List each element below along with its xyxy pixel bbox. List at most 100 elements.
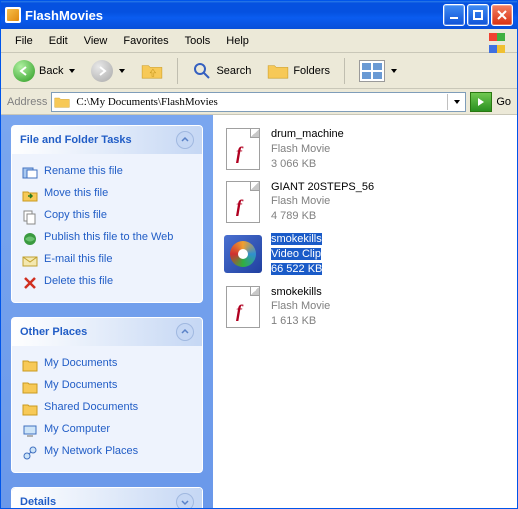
details-panel-header[interactable]: Details (12, 488, 202, 508)
folder-icon (22, 379, 38, 395)
close-button[interactable] (491, 4, 513, 26)
content-area: File and Folder Tasks Rename this file Mo… (1, 115, 517, 508)
place-item[interactable]: My Documents (22, 376, 192, 398)
chevron-down-icon (69, 69, 75, 73)
file-item[interactable]: smokekillsVideo Clip66 522 KB (217, 228, 513, 281)
file-name: smokekills (271, 286, 322, 298)
views-button[interactable] (353, 57, 403, 85)
address-dropdown-button[interactable] (447, 94, 463, 110)
menu-view[interactable]: View (76, 33, 116, 49)
task-label: Rename this file (44, 165, 123, 177)
folder-icon (54, 95, 70, 109)
folders-button[interactable]: Folders (261, 59, 336, 83)
task-item[interactable]: Publish this file to the Web (22, 228, 192, 250)
separator (177, 58, 178, 84)
tasks-panel-header[interactable]: File and Folder Tasks (12, 126, 202, 154)
menu-file[interactable]: File (7, 33, 41, 49)
tasks-panel: File and Folder Tasks Rename this file Mo… (11, 125, 203, 303)
publish-icon (22, 231, 38, 247)
folder-icon (22, 401, 38, 417)
places-panel-title: Other Places (20, 326, 87, 338)
back-label: Back (39, 65, 63, 77)
folder-icon (22, 357, 38, 373)
flash-file-icon: f (226, 128, 260, 170)
file-size: 1 613 KB (271, 315, 316, 327)
details-panel-title: Details (20, 496, 56, 508)
minimize-button[interactable] (443, 4, 465, 26)
titlebar[interactable]: FlashMovies (1, 1, 517, 29)
tasks-panel-body: Rename this file Move this file Copy this … (12, 154, 202, 302)
up-folder-icon (141, 62, 163, 80)
places-panel: Other Places My DocumentsMy DocumentsSha… (11, 317, 203, 473)
file-info: drum_machineFlash Movie3 066 KB (271, 127, 344, 172)
menubar: File Edit View Favorites Tools Help (1, 29, 517, 53)
folders-label: Folders (293, 65, 330, 77)
address-input-wrap[interactable] (51, 92, 466, 112)
search-button[interactable]: Search (186, 58, 257, 84)
file-icon-box: f (223, 180, 263, 224)
window-title: FlashMovies (25, 8, 441, 23)
file-info: smokekillsVideo Clip66 522 KB (271, 232, 322, 277)
task-item[interactable]: Move this file (22, 184, 192, 206)
rename-icon (22, 165, 38, 181)
copy-icon (22, 209, 38, 225)
toolbar: Back Search Folders (1, 53, 517, 89)
menu-edit[interactable]: Edit (41, 33, 76, 49)
video-file-icon (224, 235, 262, 273)
views-icon (359, 60, 385, 82)
places-panel-header[interactable]: Other Places (12, 318, 202, 346)
file-item[interactable]: fGIANT 20STEPS_56Flash Movie4 789 KB (217, 176, 513, 229)
file-icon-box: f (223, 285, 263, 329)
tasks-sidebar: File and Folder Tasks Rename this file Mo… (1, 115, 213, 508)
file-list[interactable]: fdrum_machineFlash Movie3 066 KBfGIANT 2… (213, 115, 517, 508)
file-size: 3 066 KB (271, 158, 316, 170)
up-button[interactable] (135, 59, 169, 83)
menu-tools[interactable]: Tools (177, 33, 219, 49)
task-label: Copy this file (44, 209, 107, 221)
search-label: Search (216, 65, 251, 77)
go-label: Go (496, 96, 511, 108)
computer-icon (22, 423, 38, 439)
addressbar: Address Go (1, 89, 517, 115)
task-label: Publish this file to the Web (44, 231, 173, 243)
task-label: Move this file (44, 187, 108, 199)
place-item[interactable]: My Computer (22, 420, 192, 442)
place-label: My Network Places (44, 445, 138, 457)
task-item[interactable]: Copy this file (22, 206, 192, 228)
file-icon-box (223, 232, 263, 276)
maximize-button[interactable] (467, 4, 489, 26)
windows-flag-icon (489, 32, 511, 50)
place-item[interactable]: My Network Places (22, 442, 192, 464)
tasks-panel-title: File and Folder Tasks (20, 134, 132, 146)
details-panel: Details (11, 487, 203, 508)
place-item[interactable]: My Documents (22, 354, 192, 376)
address-input[interactable] (74, 94, 443, 110)
menu-help[interactable]: Help (218, 33, 257, 49)
place-item[interactable]: Shared Documents (22, 398, 192, 420)
chevron-down-icon (391, 69, 397, 73)
back-button[interactable]: Back (7, 57, 81, 85)
file-type: Flash Movie (271, 143, 330, 155)
forward-arrow-icon (91, 60, 113, 82)
file-name: GIANT 20STEPS_56 (271, 181, 374, 193)
task-item[interactable]: Rename this file (22, 162, 192, 184)
file-item[interactable]: fdrum_machineFlash Movie3 066 KB (217, 123, 513, 176)
forward-button[interactable] (85, 57, 131, 85)
place-label: My Documents (44, 357, 117, 369)
chevron-down-icon (454, 100, 460, 104)
file-size: 4 789 KB (271, 210, 316, 222)
separator (344, 58, 345, 84)
go-button[interactable] (470, 92, 492, 112)
menu-favorites[interactable]: Favorites (115, 33, 176, 49)
file-item[interactable]: fsmokekillsFlash Movie1 613 KB (217, 281, 513, 334)
address-label: Address (7, 96, 47, 108)
move-icon (22, 187, 38, 203)
go-arrow-icon (475, 96, 487, 108)
collapse-icon (176, 323, 194, 341)
task-item[interactable]: Delete this file (22, 272, 192, 294)
search-icon (192, 61, 212, 81)
file-info: GIANT 20STEPS_56Flash Movie4 789 KB (271, 180, 374, 225)
back-arrow-icon (13, 60, 35, 82)
expand-icon (176, 493, 194, 508)
task-item[interactable]: E-mail this file (22, 250, 192, 272)
